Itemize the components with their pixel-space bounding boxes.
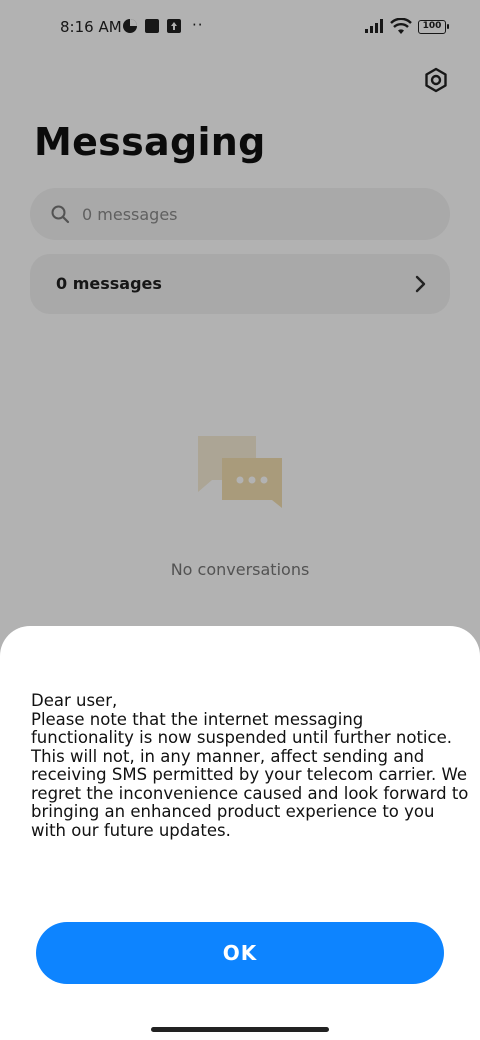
home-indicator[interactable] xyxy=(151,1027,329,1032)
notice-dialog: Dear user, Please note that the internet… xyxy=(0,626,480,1040)
ok-button[interactable]: OK xyxy=(36,922,444,984)
dialog-message: Dear user, Please note that the internet… xyxy=(31,691,469,840)
